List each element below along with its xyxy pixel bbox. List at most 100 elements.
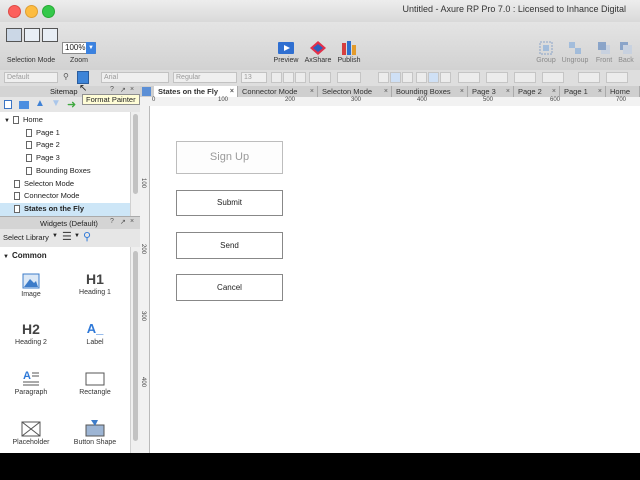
move-down-icon[interactable]: ▼: [51, 98, 61, 109]
font-select[interactable]: Arial: [101, 72, 169, 83]
publish-label[interactable]: Publish: [333, 57, 365, 64]
signup-widget[interactable]: Sign Up: [176, 141, 283, 174]
zoom-dropdown-icon[interactable]: ▼: [86, 42, 96, 54]
tab-connector-mode[interactable]: Connector Mode ×: [238, 86, 318, 97]
tab-selecton-mode[interactable]: Selecton Mode ×: [318, 86, 392, 97]
rectangle-icon: [85, 372, 105, 386]
align-center-icon[interactable]: [390, 72, 401, 83]
collapse-arrow-icon[interactable]: ▼: [4, 118, 10, 124]
font-weight-select[interactable]: Regular: [173, 72, 237, 83]
shadow-icon[interactable]: [606, 72, 628, 83]
sitemap-item-selecton-mode[interactable]: Selecton Mode: [0, 178, 144, 191]
widget-button-shape[interactable]: Button Shape: [64, 419, 126, 446]
collapse-arrow-icon[interactable]: ▼: [3, 254, 9, 260]
fill-color-icon[interactable]: [458, 72, 480, 83]
back-label[interactable]: Back: [614, 57, 638, 64]
widgets-scroll-thumb[interactable]: [133, 251, 138, 441]
ungroup-label[interactable]: Ungroup: [560, 57, 590, 64]
select-intersected-icon[interactable]: [6, 28, 22, 42]
select-contained-icon[interactable]: [24, 28, 40, 42]
widget-placeholder[interactable]: Placeholder: [0, 421, 62, 446]
select-library-dropdown[interactable]: Select Library: [3, 233, 49, 242]
send-widget[interactable]: Send: [176, 232, 283, 259]
sitemap-item-states-on-the-fly[interactable]: States on the Fly: [0, 202, 144, 216]
widget-paragraph[interactable]: A Paragraph: [0, 369, 62, 396]
border-style-icon[interactable]: [542, 72, 564, 83]
tab-label: Page 3: [472, 87, 496, 96]
close-tab-icon[interactable]: ×: [230, 86, 234, 97]
tab-states-on-the-fly[interactable]: States on the Fly ×: [154, 86, 238, 97]
sitemap-scroll-thumb[interactable]: [133, 114, 138, 194]
search-icon[interactable]: ⚲: [83, 230, 91, 243]
chevron-down-icon[interactable]: ▼: [74, 233, 80, 239]
axshare-label[interactable]: AxShare: [302, 57, 334, 64]
popout-icon[interactable]: ↗: [120, 218, 126, 226]
close-tab-icon[interactable]: ×: [552, 86, 556, 97]
bullet-list-icon[interactable]: [337, 72, 361, 83]
valign-middle-icon[interactable]: [428, 72, 439, 83]
ungroup-icon[interactable]: [568, 41, 582, 55]
widgets-scrollbar[interactable]: [130, 247, 140, 453]
section-common[interactable]: ▼ Common: [3, 251, 47, 260]
send-to-back-icon[interactable]: [619, 41, 633, 55]
underline-icon[interactable]: [295, 72, 306, 83]
sitemap-item-connector-mode[interactable]: Connector Mode: [0, 190, 144, 203]
widget-heading-1[interactable]: H1 Heading 1: [64, 271, 126, 296]
font-size-select[interactable]: 13: [241, 72, 267, 83]
add-folder-icon[interactable]: [19, 101, 29, 109]
tab-page-1[interactable]: Page 1 ×: [560, 86, 606, 97]
add-page-icon[interactable]: [4, 100, 12, 109]
ruler-tick-label: 0: [152, 97, 156, 103]
widget-rectangle[interactable]: Rectangle: [64, 371, 126, 396]
tab-list-icon[interactable]: [142, 87, 151, 96]
close-tab-icon[interactable]: ×: [384, 86, 388, 97]
close-tab-icon[interactable]: ×: [506, 86, 510, 97]
axshare-icon[interactable]: [310, 41, 326, 55]
publish-icon[interactable]: [341, 41, 357, 55]
valign-bottom-icon[interactable]: [440, 72, 451, 83]
style-select[interactable]: Default: [4, 72, 58, 83]
connector-mode-icon[interactable]: [42, 28, 58, 42]
preview-icon[interactable]: [278, 42, 294, 54]
sitemap-scrollbar[interactable]: [130, 112, 140, 216]
close-tab-icon[interactable]: ×: [310, 86, 314, 97]
bring-to-front-icon[interactable]: [597, 41, 611, 55]
close-tab-icon[interactable]: ×: [598, 86, 602, 97]
style-manager-icon[interactable]: ⚲: [63, 72, 73, 83]
italic-icon[interactable]: [283, 72, 294, 83]
close-tab-icon[interactable]: ×: [460, 86, 464, 97]
selection-mode-label: Selection Mode: [6, 57, 56, 64]
text-color-icon[interactable]: [309, 72, 331, 83]
sitemap-item-home[interactable]: ▼ Home: [0, 114, 134, 127]
align-right-icon[interactable]: [402, 72, 413, 83]
bold-icon[interactable]: [271, 72, 282, 83]
design-canvas[interactable]: Sign Up Submit Send Cancel: [150, 106, 640, 453]
popout-icon[interactable]: ↗: [120, 86, 126, 94]
widget-heading-2[interactable]: H2 Heading 2: [0, 321, 62, 346]
close-pane-icon[interactable]: ×: [130, 218, 134, 225]
help-icon[interactable]: ?: [110, 218, 114, 225]
close-pane-icon[interactable]: ×: [130, 86, 134, 93]
group-icon[interactable]: [539, 41, 553, 55]
widget-image[interactable]: Image: [0, 273, 62, 298]
tab-bounding-boxes[interactable]: Bounding Boxes ×: [392, 86, 468, 97]
tab-home[interactable]: Home: [606, 86, 640, 97]
tab-page-3[interactable]: Page 3 ×: [468, 86, 514, 97]
align-left-icon[interactable]: [378, 72, 389, 83]
widget-label-item[interactable]: A_ Label: [64, 321, 126, 346]
cancel-widget[interactable]: Cancel: [176, 274, 283, 301]
border-width-icon[interactable]: [514, 72, 536, 83]
border-color-icon[interactable]: [486, 72, 508, 83]
sitemap-item-label: Page 3: [36, 153, 60, 163]
chevron-down-icon[interactable]: ▼: [52, 233, 58, 239]
help-icon[interactable]: ?: [110, 86, 114, 93]
arrow-style-icon[interactable]: [578, 72, 600, 83]
submit-widget[interactable]: Submit: [176, 190, 283, 216]
valign-top-icon[interactable]: [416, 72, 427, 83]
group-label[interactable]: Group: [533, 57, 559, 64]
preview-label[interactable]: Preview: [268, 57, 304, 64]
indent-icon[interactable]: ➜: [67, 98, 76, 111]
tab-page-2[interactable]: Page 2 ×: [514, 86, 560, 97]
menu-icon[interactable]: ☰: [62, 230, 72, 243]
move-up-icon[interactable]: ▲: [35, 98, 45, 109]
